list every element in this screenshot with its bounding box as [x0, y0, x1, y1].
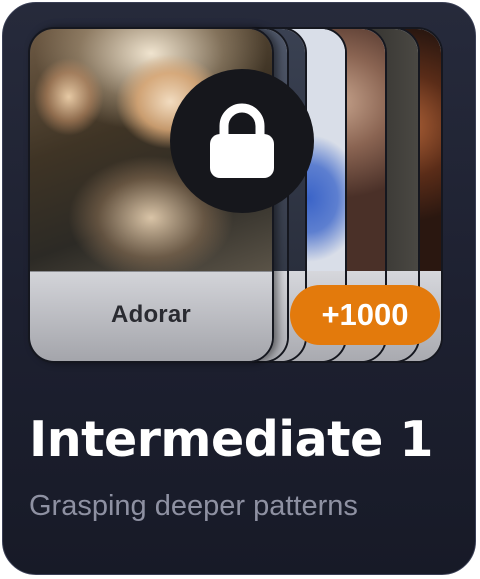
- word-card-stack: Adorar +1000: [3, 3, 475, 383]
- points-badge: +1000: [290, 285, 440, 345]
- lesson-card[interactable]: Adorar +1000 Intermediate 1 Grasping dee…: [2, 2, 476, 575]
- card-footer: Adorar: [30, 271, 272, 361]
- lesson-title: Intermediate 1: [29, 411, 433, 468]
- lesson-subtitle: Grasping deeper patterns: [29, 490, 358, 522]
- word-label: Adorar: [111, 300, 191, 328]
- lock-icon: [170, 69, 314, 213]
